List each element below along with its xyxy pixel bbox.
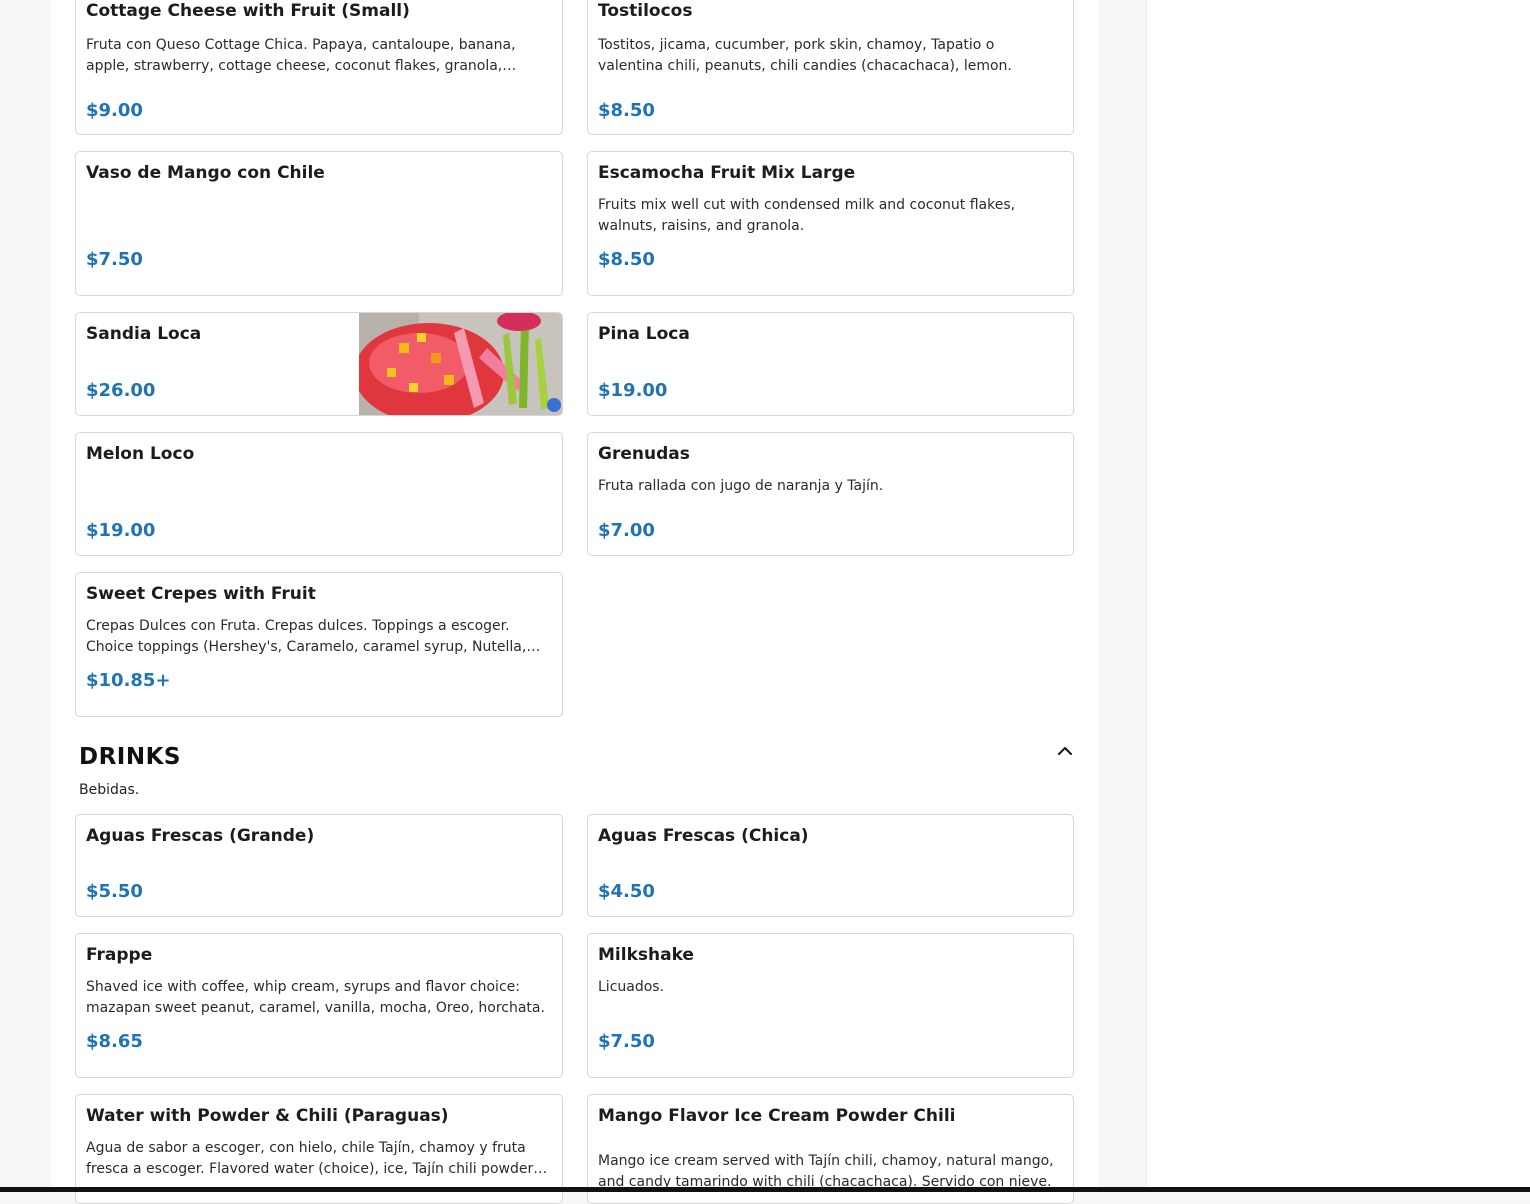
menu-item-card[interactable]: Milkshake Licuados. $7.50 [587,933,1074,1078]
item-name: Sweet Crepes with Fruit [86,584,316,604]
item-name: Vaso de Mango con Chile [86,163,325,183]
item-price: $8.65 [86,1031,143,1052]
menu-item-card[interactable]: Cottage Cheese with Fruit (Small) Fruta … [75,0,563,135]
item-description: Tostitos, jicama, cucumber, pork skin, c… [598,37,1012,74]
item-price: $7.00 [598,520,655,541]
item-name: Cottage Cheese with Fruit (Small) [86,1,410,21]
item-name: Frappe [86,945,153,965]
menu-item-card[interactable]: Melon Loco $19.00 [75,432,563,556]
item-price: $19.00 [86,520,156,541]
item-name: Mango Flavor Ice Cream Powder Chili (Cha… [598,1106,956,1129]
item-price: $7.50 [86,249,143,270]
item-description: Agua de sabor a escoger, con hielo, chil… [86,1140,538,1177]
item-description: Fruta rallada con jugo de naranja y Tají… [598,478,884,494]
right-side-panel [1146,0,1530,1192]
item-price: $26.00 [86,380,156,401]
menu-item-card[interactable]: Aguas Frescas (Grande) $5.50 [75,814,563,917]
menu-item-card[interactable]: Aguas Frescas (Chica) $4.50 [587,814,1074,917]
item-description: Licuados. [598,979,665,995]
item-price: $4.50 [598,881,655,902]
item-name: Grenudas [598,444,690,464]
item-name: Tostilocos [598,1,693,21]
menu-item-card[interactable]: Pina Loca $19.00 [587,312,1074,416]
item-price: $7.50 [598,1031,655,1052]
menu-item-card[interactable]: Grenudas Fruta rallada con jugo de naran… [587,432,1074,556]
menu-item-card[interactable]: Frappe Shaved ice with coffee, whip crea… [75,933,563,1078]
item-name: Water with Powder & Chili (Paraguas) [86,1106,449,1126]
menu-item-card[interactable]: Vaso de Mango con Chile $7.50 [75,151,563,296]
item-description: Fruits mix well cut with condensed milk … [598,197,1016,234]
item-price: $9.00 [86,100,143,121]
item-price: $10.85+ [86,670,171,691]
item-name: Sandia Loca [86,324,202,344]
menu-item-card[interactable]: Escamocha Fruit Mix Large Fruits mix wel… [587,151,1074,296]
menu-item-card[interactable]: Tostilocos Tostitos, jicama, cucumber, p… [587,0,1074,135]
item-name: Pina Loca [598,324,690,344]
item-name: Aguas Frescas (Grande) [86,826,315,846]
item-price: $8.50 [598,249,655,270]
item-name: Aguas Frescas (Chica) [598,826,809,846]
menu-item-card[interactable]: Sandia Loca $26.00 [75,312,563,416]
item-description: Fruta con Queso Cottage Chica. Papaya, c… [86,37,516,74]
chevron-up-icon[interactable] [1055,741,1075,761]
item-name: Escamocha Fruit Mix Large [598,163,856,183]
item-description: Shaved ice with coffee, whip cream, syru… [86,979,545,1016]
item-name: Melon Loco [86,444,195,464]
item-price: $5.50 [86,881,143,902]
menu-item-card[interactable]: Sweet Crepes with Fruit Crepas Dulces co… [75,572,563,717]
item-name: Milkshake [598,945,694,965]
item-price: $19.00 [598,380,668,401]
bottom-edge-bar [0,1187,1530,1192]
watermelon-cup-image [359,313,562,415]
section-subtitle: Bebidas. [79,782,140,798]
section-title: DRINKS [79,744,181,770]
item-price: $8.50 [598,100,655,121]
item-description: Crepas Dulces con Fruta. Crepas dulces. … [86,618,527,655]
